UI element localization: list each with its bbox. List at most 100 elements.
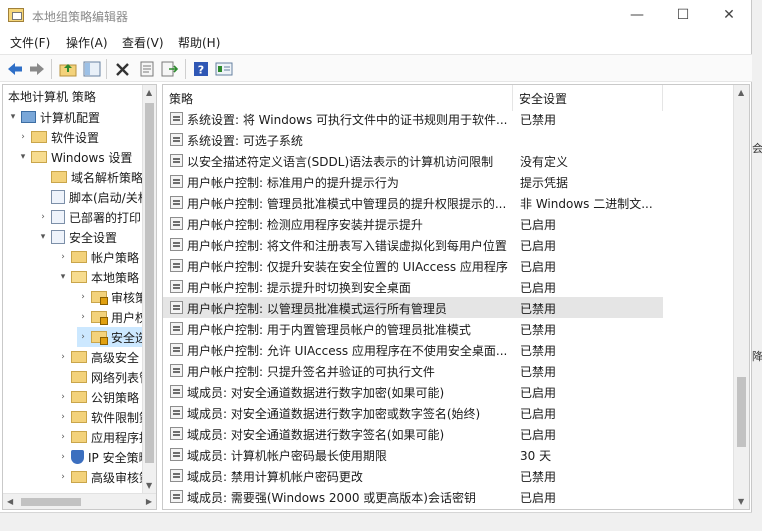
tree-node[interactable]: 网络列表管 (57, 367, 151, 387)
toolbar-separator (51, 59, 52, 79)
computer-icon (21, 111, 36, 123)
expanded-chevron-icon[interactable]: ▾ (57, 272, 69, 282)
tree-node[interactable]: › 高级审核策 (57, 467, 151, 487)
table-row[interactable]: 域成员: 需要强(Windows 2000 或更高版本)会话密钥 已启用 (163, 486, 663, 507)
tree-node[interactable]: › 安全选 (77, 327, 148, 347)
policy-name: 域成员: 对安全通道数据进行数字加密或数字签名(始终) (187, 407, 481, 421)
collapsed-chevron-icon[interactable]: › (57, 432, 69, 442)
tree-node[interactable]: › 软件限制策 (57, 407, 151, 427)
tree-scroll-thumb[interactable] (145, 103, 154, 463)
table-row[interactable]: 用户帐户控制: 检测应用程序安装并提示提升 已启用 (163, 213, 663, 234)
tree-node[interactable]: › 公钥策略 (57, 387, 139, 407)
collapsed-chevron-icon[interactable]: › (57, 452, 69, 462)
policy-setting-icon (170, 448, 183, 461)
policy-setting-icon (170, 238, 183, 251)
policy-setting-icon (170, 385, 183, 398)
table-row[interactable]: 域成员: 对安全通道数据进行数字加密(如果可能) 已启用 (163, 381, 663, 402)
policy-name: 用户帐户控制: 仅提升安装在安全位置的 UIAccess 应用程序 (187, 260, 508, 274)
table-row[interactable]: 域成员: 计算机帐户密码最长使用期限 30 天 (163, 444, 663, 465)
tree-node[interactable]: › 软件设置 (17, 127, 99, 147)
collapsed-chevron-icon[interactable]: › (17, 132, 29, 142)
tree-node[interactable]: ▾ 本地策略 (57, 267, 139, 287)
menu-help[interactable]: 帮助(H) (178, 34, 220, 51)
table-row[interactable]: 用户帐户控制: 管理员批准模式中管理员的提升权限提示的... 非 Windows … (163, 192, 663, 213)
table-row[interactable]: 域成员: 对安全通道数据进行数字签名(如果可能) 已启用 (163, 423, 663, 444)
scroll-right-arrow-icon[interactable]: ▶ (146, 497, 152, 506)
policy-name: 用户帐户控制: 管理员批准模式中管理员的提升权限提示的... (187, 197, 507, 211)
table-row[interactable]: 用户帐户控制: 用于内置管理员帐户的管理员批准模式 已禁用 (163, 318, 663, 339)
collapsed-chevron-icon[interactable]: › (57, 472, 69, 482)
tree-node[interactable]: › 已部署的打印 (37, 207, 141, 227)
tree-node[interactable]: › 应用程序控 (57, 427, 151, 447)
properties-icon[interactable] (137, 59, 157, 79)
collapsed-chevron-icon[interactable]: › (77, 332, 89, 342)
policy-name: 用户帐户控制: 提示提升时切换到安全桌面 (187, 281, 411, 295)
table-row[interactable]: 用户帐户控制: 允许 UIAccess 应用程序在不使用安全桌面... 已禁用 (163, 339, 663, 360)
expanded-chevron-icon[interactable]: ▾ (17, 152, 29, 162)
toolbar-separator (185, 59, 186, 79)
tree-root-local-computer-policy[interactable]: 本地计算机 策略 (8, 88, 96, 105)
tree-hscroll-thumb[interactable] (21, 498, 81, 506)
table-row[interactable]: 用户帐户控制: 只提升签名并验证的可执行文件 已禁用 (163, 360, 663, 381)
policy-setting-icon (170, 112, 183, 125)
help-icon[interactable]: ? (191, 59, 211, 79)
collapsed-chevron-icon[interactable]: › (37, 212, 49, 222)
collapsed-chevron-icon[interactable]: › (77, 312, 89, 322)
table-row[interactable]: 用户帐户控制: 标准用户的提升提示行为 提示凭据 (163, 171, 663, 192)
tree-node[interactable]: 域名解析策略 (37, 167, 143, 187)
table-row[interactable]: 以安全描述符定义语言(SDDL)语法表示的计算机访问限制 没有定义 (163, 150, 663, 171)
policy-name: 域成员: 禁用计算机帐户密码更改 (187, 470, 363, 484)
menu-view[interactable]: 查看(V) (122, 34, 164, 51)
tree-node[interactable]: › 帐户策略 (57, 247, 139, 267)
back-arrow-icon[interactable] (5, 59, 25, 79)
scroll-up-arrow-icon[interactable]: ▲ (738, 88, 744, 97)
view-icon[interactable] (214, 59, 234, 79)
forward-arrow-icon[interactable] (27, 59, 47, 79)
table-row[interactable]: 用户帐户控制: 将文件和注册表写入错误虚拟化到每用户位置 已启用 (163, 234, 663, 255)
tree-node[interactable]: 脚本(启动/关机 (37, 187, 150, 207)
tree-node[interactable]: › 审核策 (77, 287, 147, 307)
tree-node[interactable]: › 用户权 (77, 307, 147, 327)
menu-action[interactable]: 操作(A) (66, 34, 108, 51)
list-vertical-scrollbar[interactable]: ▲ ▼ (733, 85, 749, 509)
minimize-button[interactable]: — (614, 0, 660, 30)
table-row[interactable]: 系统设置: 将 Windows 可执行文件中的证书规则用于软件... 已禁用 (163, 108, 663, 129)
policy-setting-icon (170, 490, 183, 503)
expanded-chevron-icon[interactable]: ▾ (37, 232, 49, 242)
menu-file[interactable]: 文件(F) (10, 34, 50, 51)
column-header-security-setting-label: 安全设置 (519, 91, 568, 106)
expanded-chevron-icon[interactable]: ▾ (7, 112, 19, 122)
export-list-icon[interactable] (160, 59, 180, 79)
maximize-button[interactable]: ☐ (660, 0, 706, 30)
table-row[interactable]: 用户帐户控制: 以管理员批准模式运行所有管理员 已禁用 (163, 297, 663, 318)
up-folder-icon[interactable] (58, 59, 78, 79)
close-button[interactable]: ✕ (706, 0, 752, 30)
tree-node[interactable]: ▾ 计算机配置 (7, 107, 100, 127)
collapsed-chevron-icon[interactable]: › (57, 392, 69, 402)
collapsed-chevron-icon[interactable]: › (57, 252, 69, 262)
policy-setting-icon (170, 133, 183, 146)
list-scroll-thumb[interactable] (737, 377, 746, 447)
scroll-down-arrow-icon[interactable]: ▼ (738, 497, 744, 506)
tree-node[interactable]: › 高级安全 W (57, 347, 155, 367)
policy-name: 用户帐户控制: 用于内置管理员帐户的管理员批准模式 (187, 323, 471, 337)
table-row[interactable]: 系统设置: 可选子系统 (163, 129, 663, 150)
tree-node[interactable]: ▾ 安全设置 (37, 227, 117, 247)
tree-node[interactable]: ▾ Windows 设置 (17, 147, 133, 167)
tree-horizontal-scrollbar[interactable]: ◀ ▶ (3, 493, 156, 509)
scroll-up-arrow-icon[interactable]: ▲ (146, 88, 152, 97)
table-row[interactable]: 用户帐户控制: 仅提升安装在安全位置的 UIAccess 应用程序 已启用 (163, 255, 663, 276)
scroll-down-arrow-icon[interactable]: ▼ (146, 481, 152, 490)
collapsed-chevron-icon[interactable]: › (57, 352, 69, 362)
collapsed-chevron-icon[interactable]: › (77, 292, 89, 302)
toolbar: ? (0, 54, 752, 82)
tree-node[interactable]: › IP 安全策略 (57, 447, 151, 467)
table-row[interactable]: 域成员: 禁用计算机帐户密码更改 已禁用 (163, 465, 663, 486)
scroll-left-arrow-icon[interactable]: ◀ (7, 497, 13, 506)
tree-vertical-scrollbar[interactable]: ▲ ▼ (142, 85, 156, 493)
table-row[interactable]: 域成员: 对安全通道数据进行数字加密或数字签名(始终) 已启用 (163, 402, 663, 423)
table-row[interactable]: 用户帐户控制: 提示提升时切换到安全桌面 已启用 (163, 276, 663, 297)
collapsed-chevron-icon[interactable]: › (57, 412, 69, 422)
delete-icon[interactable] (113, 59, 133, 79)
show-hide-tree-icon[interactable] (82, 59, 102, 79)
